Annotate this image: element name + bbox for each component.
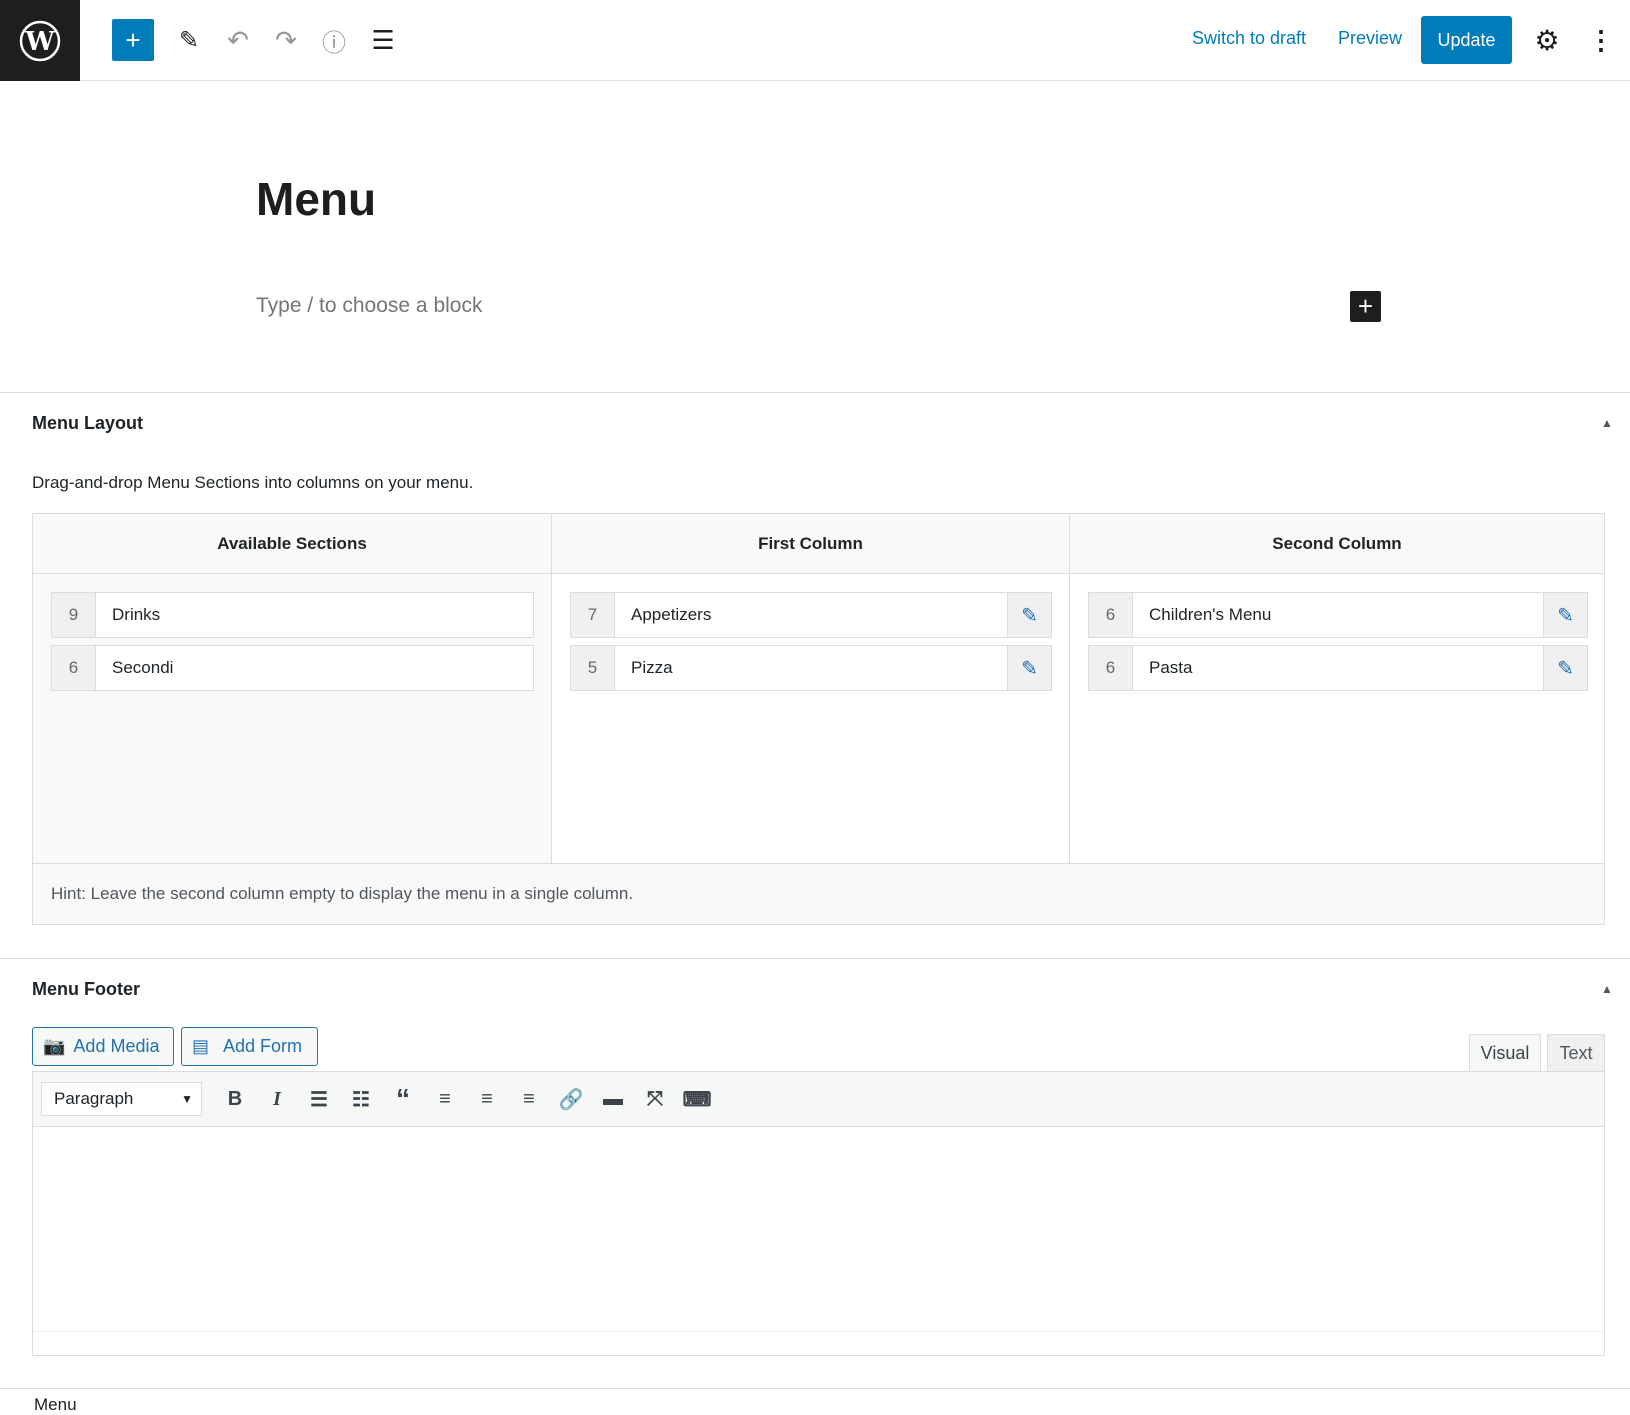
pencil-edit-icon[interactable]: ✎ bbox=[1543, 593, 1587, 637]
switch-to-draft-button[interactable]: Switch to draft bbox=[1192, 28, 1306, 49]
section-item[interactable]: 9 Drinks bbox=[51, 592, 534, 638]
format-select-value: Paragraph bbox=[54, 1089, 134, 1108]
bold-icon[interactable]: B bbox=[214, 1088, 256, 1111]
align-left-icon[interactable]: ≡ bbox=[424, 1088, 466, 1111]
align-center-icon[interactable]: ≡ bbox=[466, 1088, 508, 1111]
numbered-list-icon[interactable]: ☷ bbox=[340, 1087, 382, 1112]
form-icon: ▤ bbox=[192, 1036, 210, 1056]
column-header: Second Column bbox=[1070, 514, 1604, 574]
read-more-icon[interactable]: ▬ bbox=[592, 1088, 634, 1111]
block-placeholder[interactable]: Type / to choose a block bbox=[256, 294, 482, 318]
menu-footer-heading: Menu Footer bbox=[32, 979, 140, 999]
link-icon[interactable]: 🔗 bbox=[550, 1087, 592, 1112]
post-title[interactable]: Menu bbox=[256, 172, 376, 226]
collapse-toggle-icon[interactable]: ▲ bbox=[1601, 416, 1613, 430]
more-options-icon[interactable]: ⋮ bbox=[1580, 19, 1622, 61]
section-item[interactable]: 6 Secondi bbox=[51, 645, 534, 691]
item-count: 7 bbox=[571, 593, 615, 637]
wordpress-icon: W bbox=[19, 20, 61, 61]
divider bbox=[0, 1388, 1630, 1389]
inline-add-block-button[interactable]: + bbox=[1350, 291, 1381, 322]
bullet-list-icon[interactable]: ☰ bbox=[298, 1087, 340, 1112]
list-view-icon[interactable]: ☰ bbox=[362, 19, 404, 61]
item-name: Appetizers bbox=[631, 605, 712, 624]
menu-layout-description: Drag-and-drop Menu Sections into columns… bbox=[32, 473, 474, 492]
add-block-button[interactable]: + bbox=[112, 19, 154, 61]
update-button[interactable]: Update bbox=[1421, 16, 1512, 64]
dropdown-arrow-icon: ▼ bbox=[181, 1092, 193, 1106]
column-first: First Column 7 Appetizers ✎ 5 Pizza ✎ bbox=[552, 514, 1070, 863]
editor-resize-bar[interactable] bbox=[33, 1331, 1604, 1355]
tab-text[interactable]: Text bbox=[1547, 1034, 1605, 1072]
section-item[interactable]: 6 Children's Menu ✎ bbox=[1088, 592, 1588, 638]
add-form-label: Add Form bbox=[223, 1036, 303, 1056]
menu-layout-heading: Menu Layout bbox=[32, 413, 143, 433]
info-icon[interactable]: ⓘ bbox=[313, 19, 355, 61]
pencil-edit-icon[interactable]: ✎ bbox=[1007, 593, 1051, 637]
item-name: Secondi bbox=[112, 658, 174, 677]
undo-icon[interactable]: ↶ bbox=[217, 19, 259, 61]
svg-text:W: W bbox=[24, 27, 55, 57]
editor-toolbar: Paragraph ▼ B I ☰ ☷ “ ≡ ≡ ≡ 🔗 ▬ ⤧ ⌨ bbox=[33, 1072, 1604, 1127]
tab-visual[interactable]: Visual bbox=[1469, 1034, 1541, 1072]
column-header: First Column bbox=[552, 514, 1069, 574]
keyboard-toolbar-toggle-icon[interactable]: ⌨ bbox=[676, 1087, 718, 1112]
layout-hint: Hint: Leave the second column empty to d… bbox=[33, 863, 1604, 925]
column-header: Available Sections bbox=[33, 514, 551, 574]
collapse-toggle-icon[interactable]: ▲ bbox=[1601, 982, 1613, 996]
section-item[interactable]: 7 Appetizers ✎ bbox=[570, 592, 1052, 638]
preview-button[interactable]: Preview bbox=[1338, 28, 1402, 49]
item-name: Pasta bbox=[1149, 658, 1193, 677]
item-count: 6 bbox=[52, 646, 96, 690]
divider bbox=[0, 392, 1630, 393]
column-second: Second Column 6 Children's Menu ✎ 6 Pasta ✎ bbox=[1070, 514, 1604, 863]
footer-editor[interactable]: Paragraph ▼ B I ☰ ☷ “ ≡ ≡ ≡ 🔗 ▬ ⤧ ⌨ bbox=[32, 1071, 1605, 1356]
fullscreen-icon[interactable]: ⤧ bbox=[634, 1088, 676, 1111]
italic-icon[interactable]: I bbox=[256, 1088, 298, 1111]
section-item[interactable]: 5 Pizza ✎ bbox=[570, 645, 1052, 691]
blockquote-icon[interactable]: “ bbox=[382, 1083, 424, 1115]
item-count: 9 bbox=[52, 593, 96, 637]
divider bbox=[0, 958, 1630, 959]
column-available-sections: Available Sections 9 Drinks 6 Secondi bbox=[33, 514, 552, 863]
item-name: Children's Menu bbox=[1149, 605, 1272, 624]
add-media-label: Add Media bbox=[73, 1036, 160, 1056]
item-name: Drinks bbox=[112, 605, 161, 624]
format-select[interactable]: Paragraph ▼ bbox=[41, 1082, 202, 1116]
item-count: 5 bbox=[571, 646, 615, 690]
item-count: 6 bbox=[1089, 646, 1133, 690]
edit-tools-icon[interactable]: ✎ bbox=[168, 19, 210, 61]
section-item[interactable]: 6 Pasta ✎ bbox=[1088, 645, 1588, 691]
add-form-button[interactable]: ▤ Add Form bbox=[181, 1027, 318, 1066]
pencil-edit-icon[interactable]: ✎ bbox=[1543, 646, 1587, 690]
add-media-button[interactable]: 📷 Add Media bbox=[32, 1027, 174, 1066]
menu-layout-board: Available Sections 9 Drinks 6 Secondi Firs… bbox=[32, 513, 1605, 925]
media-icon: 📷 bbox=[43, 1036, 66, 1056]
pencil-edit-icon[interactable]: ✎ bbox=[1007, 646, 1051, 690]
breadcrumb[interactable]: Menu bbox=[34, 1395, 77, 1415]
align-right-icon[interactable]: ≡ bbox=[508, 1088, 550, 1111]
item-count: 6 bbox=[1089, 593, 1133, 637]
settings-gear-icon[interactable]: ⚙ bbox=[1526, 19, 1568, 61]
item-name: Pizza bbox=[631, 658, 673, 677]
wordpress-logo[interactable]: W bbox=[0, 0, 80, 81]
redo-icon[interactable]: ↷ bbox=[265, 19, 307, 61]
